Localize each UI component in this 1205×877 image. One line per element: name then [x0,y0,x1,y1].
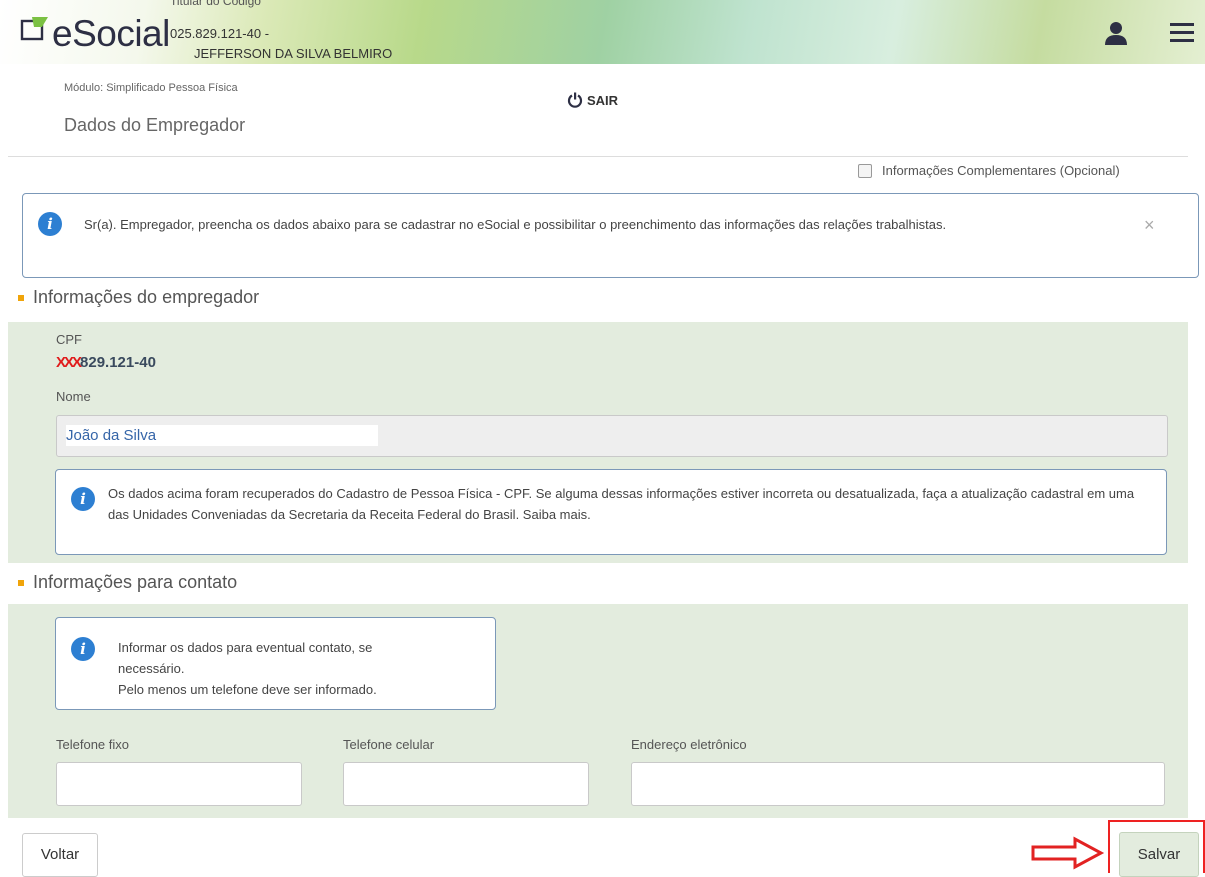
info-icon: i [71,487,95,511]
alert-box [22,193,1199,278]
sair-label: SAIR [587,92,619,108]
header-holder-label: Titular do Código [170,0,261,8]
arrow-right-icon [1031,836,1105,870]
cpf-value: XXX829.121-40 [56,354,156,371]
complementares-label: Informações Complementares (Opcional) [882,163,1120,178]
header-user-name: JEFFERSON DA SILVA BELMIRO [194,46,393,61]
power-icon [567,92,583,108]
email-label: Endereço eletrônico [631,737,747,752]
close-icon[interactable]: × [1144,215,1155,236]
cpf-info-text: Os dados acima foram recuperados do Cada… [108,486,1135,522]
contato-info-line: Informar os dados para eventual contato,… [118,640,373,655]
section-empregador: Informações do empregador [18,287,259,308]
salvar-button[interactable]: Salvar [1119,832,1199,877]
nome-value: João da Silva [66,425,378,446]
cpf-label: CPF [56,332,82,347]
complementares-checkbox[interactable]: Informações Complementares (Opcional) [858,163,1120,178]
esocial-logo-text: eSocial [52,13,170,54]
contato-info-line: necessário. [118,661,185,676]
section-bullet [18,579,24,586]
header-cpf: 025.829.121-40 - [170,26,270,41]
esocial-logo-icon [20,17,48,41]
email-input[interactable] [631,762,1165,806]
cpf-redaction: XXX [56,354,82,371]
voltar-button[interactable]: Voltar [22,833,98,877]
contato-info-text: Informar os dados para eventual contato,… [118,637,478,700]
info-icon: i [38,212,62,236]
telefone-celular-label: Telefone celular [343,737,435,752]
telefone-celular-input[interactable] [343,762,589,806]
menu-icon[interactable] [1168,20,1196,44]
cpf-digits: 829.121-40 [80,354,156,371]
alert-text: Sr(a). Empregador, preencha os dados aba… [84,217,947,232]
telefone-fixo-input[interactable] [56,762,302,806]
nome-label: Nome [56,389,91,404]
section-contato: Informações para contato [18,572,237,593]
sair-button[interactable]: SAIR [567,92,618,108]
telefone-fixo-label: Telefone fixo [56,737,129,752]
section-empregador-title: Informações do empregador [33,287,260,307]
info-icon: i [71,637,95,661]
module-label: Módulo: Simplificado Pessoa Física [64,82,238,94]
section-bullet [18,294,24,301]
checkbox[interactable] [858,163,872,178]
section-contato-title: Informações para contato [33,572,238,592]
user-icon[interactable] [1101,20,1131,46]
divider [8,156,1188,157]
page-title: Dados do Empregador [64,115,246,135]
contato-info-line: Pelo menos um telefone deve ser informad… [118,682,377,697]
